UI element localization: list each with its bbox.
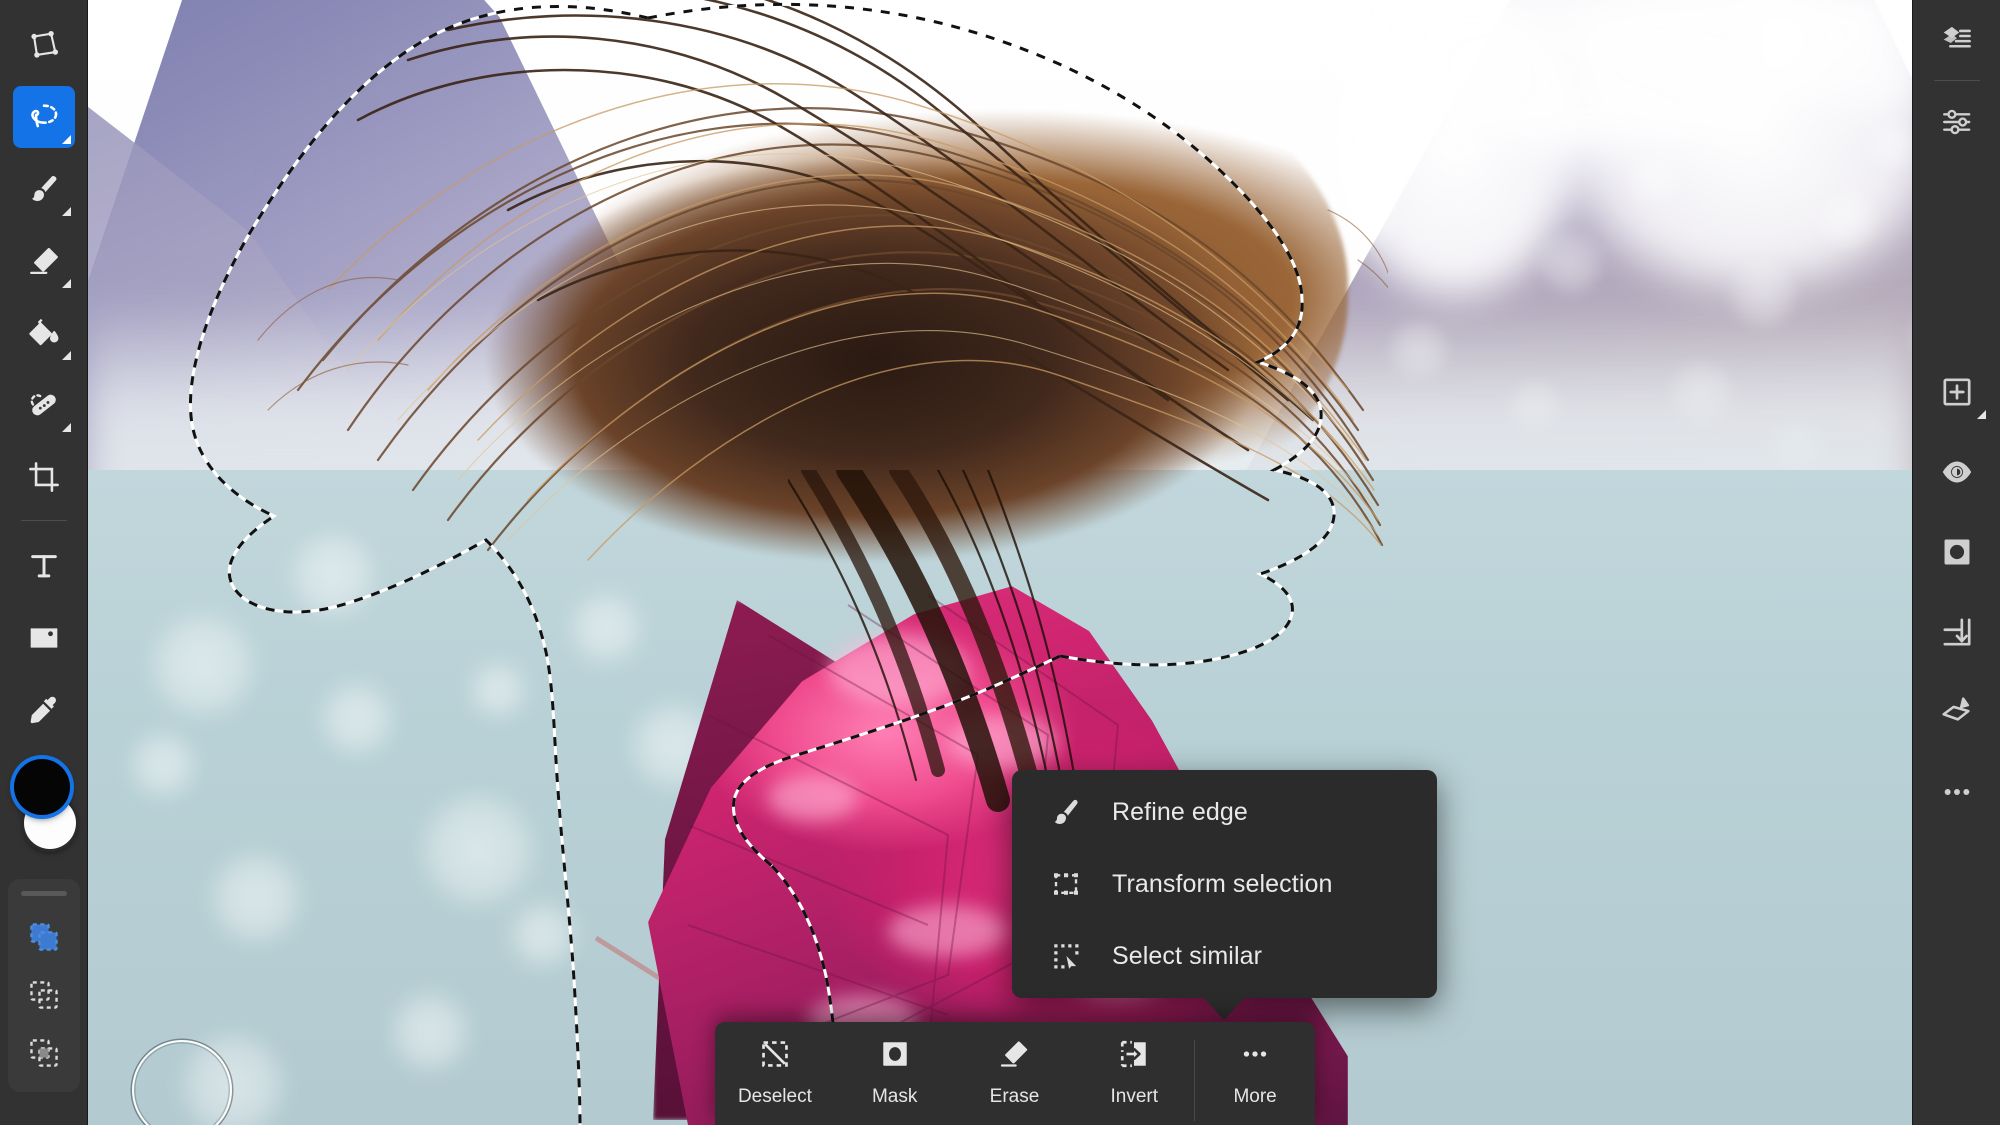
flyout-indicator-icon <box>61 423 71 432</box>
panel-blend-mode[interactable] <box>1926 681 1988 743</box>
selection-more-menu: Refine edge Transform selection Select s… <box>1012 770 1437 998</box>
flyout-indicator-icon <box>1976 410 1986 419</box>
tool-type[interactable] <box>13 535 75 597</box>
tool-place-image[interactable] <box>13 607 75 669</box>
drag-handle[interactable] <box>20 891 67 896</box>
erase-icon <box>998 1038 1030 1075</box>
action-label: More <box>1233 1086 1277 1107</box>
panel-layers[interactable] <box>1926 8 1988 70</box>
left-toolbar <box>0 0 88 1125</box>
transform-selection-icon <box>1046 869 1086 899</box>
more-dots-icon <box>1239 1038 1271 1075</box>
selection-mode-intersect[interactable] <box>14 1024 74 1082</box>
selection-mode-add[interactable] <box>14 908 74 966</box>
selection-mode-subtract[interactable] <box>14 966 74 1024</box>
menu-item-select-similar[interactable]: Select similar <box>1012 920 1437 992</box>
action-mask[interactable]: Mask <box>835 1038 955 1108</box>
invert-icon <box>1118 1038 1150 1075</box>
refine-edge-brush-icon <box>1046 797 1086 827</box>
flyout-indicator-icon <box>61 279 71 288</box>
image-canvas[interactable] <box>88 0 1912 1125</box>
foreground-color-swatch[interactable] <box>13 759 70 815</box>
tool-brush[interactable] <box>13 158 75 220</box>
tool-select[interactable] <box>12 86 75 148</box>
action-erase[interactable]: Erase <box>955 1038 1075 1108</box>
tool-eraser[interactable] <box>13 230 75 292</box>
panel-add-layer[interactable] <box>1926 361 1988 423</box>
mask-icon <box>879 1038 911 1075</box>
selection-actions-toolbar: Deselect Mask Erase Invert More <box>715 1022 1315 1125</box>
action-label: Mask <box>871 1086 918 1107</box>
menu-item-transform-selection[interactable]: Transform selection <box>1012 848 1437 920</box>
selection-mode-group <box>7 879 80 1092</box>
panel-more[interactable] <box>1926 761 1988 823</box>
action-invert[interactable]: Invert <box>1074 1038 1194 1108</box>
flyout-indicator-icon <box>61 135 71 144</box>
menu-item-label: Refine edge <box>1112 797 1248 826</box>
action-label: Invert <box>1110 1086 1159 1107</box>
tool-crop[interactable] <box>13 446 75 508</box>
flyout-indicator-icon <box>61 351 71 360</box>
tool-transform[interactable] <box>13 14 75 76</box>
tool-eyedropper[interactable] <box>13 679 75 741</box>
panel-adjustments[interactable] <box>1926 91 1988 153</box>
select-similar-icon <box>1046 941 1086 971</box>
deselect-icon <box>759 1038 791 1075</box>
panel-clipping-mask[interactable] <box>1926 601 1988 663</box>
color-swatches[interactable] <box>8 755 80 857</box>
action-label: Deselect <box>737 1086 812 1107</box>
action-more[interactable]: More <box>1195 1038 1315 1108</box>
action-label: Erase <box>989 1086 1040 1107</box>
menu-pointer-arrow <box>1202 996 1246 1020</box>
panel-visibility[interactable] <box>1926 441 1988 503</box>
toolbar-divider <box>20 520 67 521</box>
menu-item-label: Transform selection <box>1112 869 1333 898</box>
right-toolbar-divider <box>1933 80 1980 81</box>
app-root: Refine edge Transform selection Select s… <box>0 0 2000 1125</box>
tool-healing-brush[interactable] <box>13 374 75 436</box>
action-deselect[interactable]: Deselect <box>715 1038 835 1108</box>
right-toolbar <box>1912 0 2000 1125</box>
tool-fill[interactable] <box>13 302 75 364</box>
panel-layer-mask[interactable] <box>1926 521 1988 583</box>
menu-item-label: Select similar <box>1112 941 1263 970</box>
menu-item-refine-edge[interactable]: Refine edge <box>1012 776 1437 848</box>
flyout-indicator-icon <box>61 207 71 216</box>
